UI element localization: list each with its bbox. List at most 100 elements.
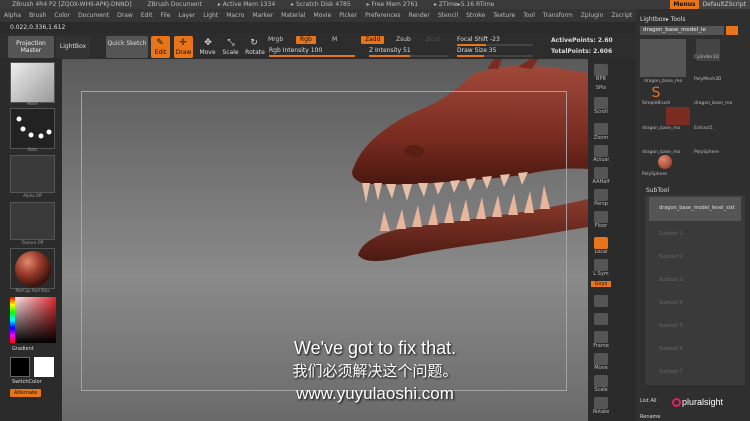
local-button[interactable]: Local [591,237,611,255]
zoom-button[interactable]: Zoom [591,123,611,141]
zcut-toggle[interactable]: Zcut [422,36,444,44]
menu-document[interactable]: Document [74,9,113,22]
menu-zscript[interactable]: Zscript [607,9,636,22]
subtool-item[interactable]: Subtool 3 [649,269,741,291]
draw-button[interactable]: ✛ Draw [174,36,193,58]
m-toggle[interactable]: M [328,36,341,44]
subtool-item[interactable]: Subtool 5 [649,315,741,337]
projection-master-button[interactable]: Projection Master [8,36,54,58]
tool-label-8: PolySphere [694,150,720,155]
title-doc: ZBrush Document [147,1,202,8]
floor-button[interactable]: Floor [591,211,611,229]
scroll-button[interactable]: Scroll [591,97,611,115]
active-points: ActivePoints: 2.60 [551,37,613,44]
menu-macro[interactable]: Macro [222,9,248,22]
menu-light[interactable]: Light [199,9,222,22]
aahalf-label: AAHalf [592,179,610,185]
zadd-toggle[interactable]: Zadd [361,36,385,44]
texture-thumbnail[interactable] [10,202,55,240]
tool-label-1: Cylinder3D [694,55,719,60]
menu-stencil[interactable]: Stencil [434,9,462,22]
mrgb-toggle[interactable]: Mrgb [264,36,287,44]
local-label: Local [594,249,608,255]
move-label: Move [199,49,216,56]
menu-movie[interactable]: Movie [310,9,336,22]
polysphere-thumb[interactable] [658,155,672,169]
actual-button[interactable]: Actual [591,145,611,163]
tool-r-button[interactable] [726,26,738,35]
red-wax-sphere-icon [15,251,51,287]
gxyz-label: Gxyz [591,281,611,287]
persp-button[interactable]: Persp [591,189,611,207]
current-tool-name[interactable]: dragon_base_model_le [640,26,724,35]
gxyz-button[interactable]: Gxyz [591,281,611,287]
draw-size-slider[interactable] [457,55,533,57]
menu-file[interactable]: File [156,9,174,22]
menu-picker[interactable]: Picker [335,9,361,22]
menu-material[interactable]: Material [277,9,309,22]
lightbox-button[interactable]: LightBox [56,36,90,58]
title-bar: ZBrush 4R4 P2 [ZQOX-WHII-APKJ-DNND] ZBru… [0,0,750,9]
menu-stroke[interactable]: Stroke [462,9,489,22]
subtool-item[interactable]: dragon_base_model_level_sixt [649,197,741,221]
tool-label-0: dragon_base_mo [644,79,683,84]
menus-button[interactable]: Menus [670,0,699,9]
tool-thumb-0[interactable] [640,39,686,77]
subtitle-chinese: 我们必须解决这个问题。 [292,362,458,380]
aahalf-button[interactable]: AAHalf [591,167,611,185]
tool-label-9: PolySphere [642,172,668,177]
menu-transform[interactable]: Transform [539,9,577,22]
menu-alpha[interactable]: Alpha [0,9,25,22]
material-thumbnail[interactable] [10,248,55,289]
menu-tool[interactable]: Tool [519,9,539,22]
rgb-toggle[interactable]: Rgb [296,36,316,44]
spix-button[interactable]: SPix [591,85,611,91]
move-icon: ✥ [204,38,212,48]
menu-color[interactable]: Color [50,9,74,22]
tool-thumb-5[interactable] [666,107,690,125]
zoom-label: Zoom [593,135,609,141]
menu-edit[interactable]: Edit [137,9,157,22]
rotate-view-label: Rotate [592,409,610,415]
alpha-thumbnail[interactable] [10,155,55,193]
rotate-axis-button[interactable] [591,295,611,307]
edit-button[interactable]: ✎ Edit [151,36,170,58]
rotate-button[interactable]: ↻ Rotate [245,36,265,58]
rgb-intensity-fill [269,55,355,57]
move-button[interactable]: ✥ Move [199,36,216,58]
menu-brush[interactable]: Brush [25,9,50,22]
tool-label-4: dragon_base_mo [694,101,733,106]
subtool-item[interactable]: Subtool 4 [649,292,741,314]
default-zscript-button[interactable]: DefaultZScript [698,0,750,9]
menu-marker[interactable]: Marker [248,9,277,22]
menu-render[interactable]: Render [404,9,433,22]
stroke-thumbnail[interactable] [10,108,55,149]
lightbox-tools-title: Lightbox▸ Tools [640,16,686,23]
color-picker[interactable] [10,297,56,343]
menu-preferences[interactable]: Preferences [361,9,404,22]
rgb-intensity-slider[interactable] [269,55,355,57]
brush-thumbnail[interactable] [10,62,55,103]
focal-shift-slider[interactable] [457,44,533,46]
z-intensity-label: Z Intensity 51 [369,47,411,54]
quick-sketch-button[interactable]: Quick Sketch [106,36,148,58]
lsym-button[interactable]: L.Sym [591,259,611,277]
scale-button[interactable]: ⤡ Scale [222,36,239,58]
title-free-mem: ▸ Free Mem 2761 [366,1,419,8]
zoom-axis-button[interactable] [591,313,611,325]
menu-draw[interactable]: Draw [113,9,137,22]
hue-strip[interactable] [10,297,15,343]
subtool-item[interactable]: Subtool 1 [649,223,741,245]
menu-texture[interactable]: Texture [489,9,519,22]
menu-layer[interactable]: Layer [175,9,200,22]
z-intensity-slider[interactable] [369,55,449,57]
zsub-toggle[interactable]: Zsub [392,36,415,44]
menu-zplugin[interactable]: Zplugin [577,9,608,22]
rename-button[interactable]: Rename [640,414,661,420]
dots-stroke-icon [16,116,52,139]
lsym-icon [594,259,608,271]
bpr-button[interactable]: BPR [591,64,611,82]
subtool-item[interactable]: Subtool 2 [649,246,741,268]
lsym-label: L.Sym [593,271,609,277]
zoom-icon [594,123,608,135]
